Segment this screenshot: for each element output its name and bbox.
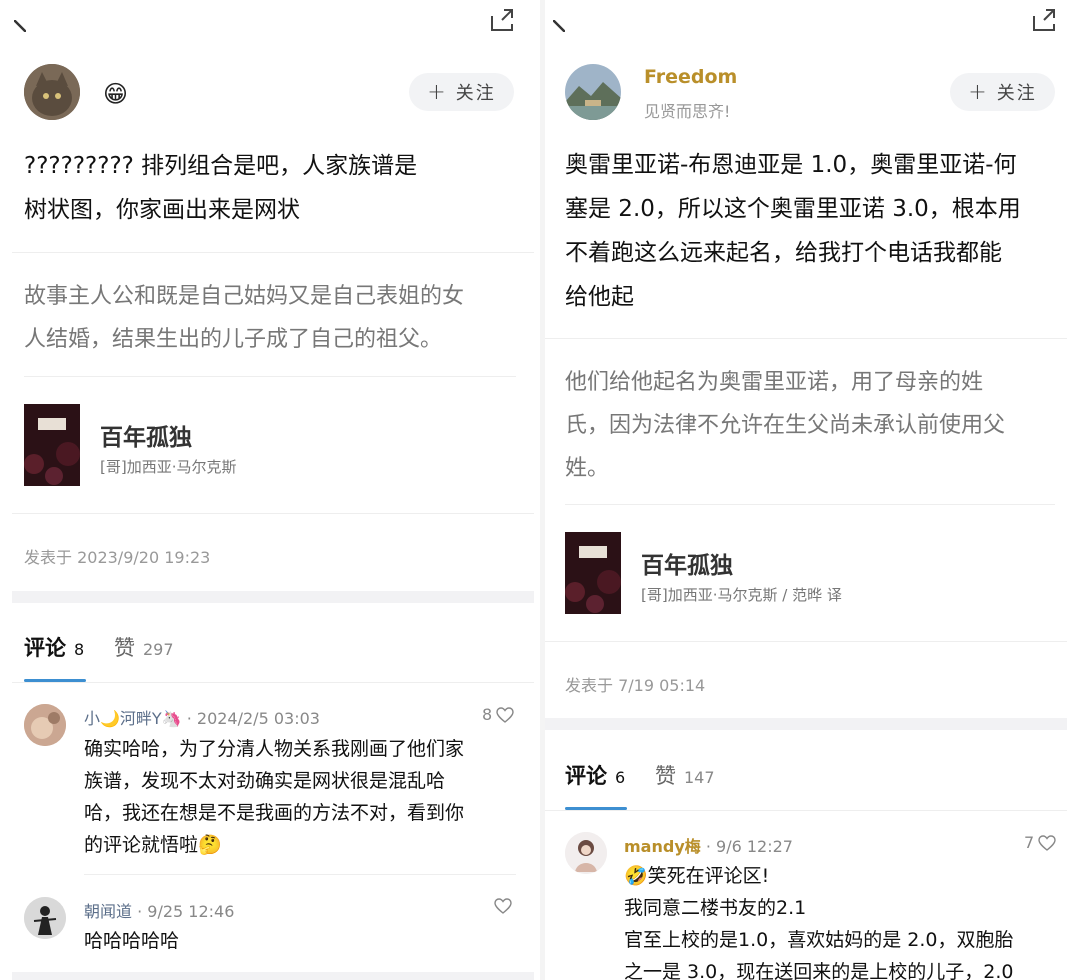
comment-text: 哈哈哈哈哈 — [84, 925, 179, 957]
comment-like[interactable]: 8 — [482, 705, 514, 724]
share-icon[interactable] — [1030, 6, 1058, 34]
book-author: [哥]加西亚·马尔克斯 / 范晔 译 — [641, 586, 842, 604]
comment-line: 🤣笑死在评论区! — [624, 865, 770, 887]
tab-comments[interactable]: 评论 6 — [565, 760, 625, 790]
back-arrow-icon[interactable] — [14, 20, 26, 32]
divider — [545, 810, 1067, 811]
quote-line: 氏，因为法律不允许在生父尚未承认前使用父 — [565, 413, 1006, 438]
book-title[interactable]: 百年孤独 — [100, 418, 192, 452]
post-body: 奥雷里亚诺-布恩迪亚是 1.0，奥雷里亚诺-何 塞是 2.0，所以这个奥雷里亚诺… — [565, 143, 1021, 319]
quoted-excerpt: 故事主人公和既是自己姑妈又是自己表姐的女 人结婚，结果生出的儿子成了自己的祖父。 — [24, 275, 464, 361]
heart-icon[interactable] — [1038, 834, 1056, 851]
commenter-avatar[interactable] — [24, 704, 66, 746]
comment-time: · 2024/2/5 03:03 — [186, 709, 320, 728]
top-bar — [0, 0, 540, 48]
commenter-avatar[interactable] — [565, 832, 607, 874]
divider — [565, 504, 1055, 505]
follow-button[interactable]: + 关注 — [409, 73, 514, 111]
commenter-avatar[interactable] — [24, 897, 66, 939]
post-line: 奥雷里亚诺-布恩迪亚是 1.0，奥雷里亚诺-何 — [565, 152, 1017, 178]
book-cover[interactable] — [24, 404, 80, 486]
comment-line: 的评论就悟啦🤔 — [84, 834, 222, 856]
heart-icon[interactable] — [494, 898, 512, 914]
post-body: ????????? 排列组合是吧，人家族谱是 树状图，你家画出来是网状 — [24, 144, 417, 232]
comment-line: 哈哈哈哈哈 — [84, 930, 180, 952]
divider — [84, 874, 516, 875]
heart-icon[interactable] — [496, 706, 514, 723]
user-emoji-name: 😁 — [103, 80, 129, 108]
divider — [12, 252, 534, 253]
comment-meta: mandy梅 · 9/6 12:27 — [624, 833, 793, 857]
comment-line: 族谱，发现不太对劲确实是网状很是混乱哈 — [84, 770, 446, 792]
commenter-name[interactable]: 朝闻道 — [84, 902, 132, 921]
user-avatar[interactable] — [565, 64, 621, 120]
publish-time: 发表于 7/19 05:14 — [565, 676, 706, 695]
comment-text: 确实哈哈，为了分清人物关系我刚画了他们家 族谱，发现不太对劲确实是网状很是混乱哈… — [84, 733, 464, 861]
user-avatar[interactable] — [24, 64, 80, 120]
comment-meta: 朝闻道 · 9/25 12:46 — [84, 898, 234, 922]
left-screenshot-panel: 😁 + 关注 ????????? 排列组合是吧，人家族谱是 树状图，你家画出来是网… — [0, 0, 540, 980]
right-screenshot-panel: Freedom 见贤而思齐! + 关注 奥雷里亚诺-布恩迪亚是 1.0，奥雷里亚诺… — [545, 0, 1080, 980]
divider — [545, 338, 1067, 339]
book-author: [哥]加西亚·马尔克斯 — [100, 458, 237, 476]
tab-likes[interactable]: 赞 297 — [114, 632, 174, 662]
post-line: 给他起 — [565, 284, 634, 310]
top-bar — [545, 0, 1080, 48]
post-line: 树状图，你家画出来是网状 — [24, 197, 300, 223]
plus-icon: + — [427, 79, 448, 105]
comment-text: 🤣笑死在评论区! 我同意二楼书友的2.1 官至上校的是1.0，喜欢姑妈的是 2.… — [624, 860, 1013, 980]
comment-like[interactable]: 7 — [1024, 833, 1056, 852]
quote-line: 姓。 — [565, 456, 610, 481]
divider — [545, 641, 1067, 642]
comment-time: · 9/6 12:27 — [705, 837, 793, 856]
section-separator — [12, 972, 534, 980]
post-line: 不着跑这么远来起名，给我打个电话我都能 — [565, 240, 1002, 266]
post-line: ????????? 排列组合是吧，人家族谱是 — [24, 153, 418, 179]
divider — [24, 376, 516, 377]
comment-line: 我同意二楼书友的2.1 — [624, 897, 807, 919]
comment-line: 确实哈哈，为了分清人物关系我刚画了他们家 — [84, 738, 465, 760]
comment-line: 官至上校的是1.0，喜欢姑妈的是 2.0，双胞胎 — [624, 929, 1014, 951]
quote-line: 故事主人公和既是自己姑妈又是自己表姐的女 — [24, 284, 465, 309]
comment-time: · 9/25 12:46 — [137, 902, 235, 921]
book-title[interactable]: 百年孤独 — [641, 546, 733, 580]
like-count: 7 — [1024, 833, 1035, 852]
quote-line: 人结婚，结果生出的儿子成了自己的祖父。 — [24, 327, 443, 352]
quoted-excerpt: 他们给他起名为奥雷里亚诺，用了母亲的姓 氏，因为法律不允许在生父尚未承认前使用父… — [565, 361, 1005, 490]
commenter-name[interactable]: mandy梅 — [624, 837, 701, 856]
tab-comments[interactable]: 评论 8 — [24, 632, 84, 662]
like-count: 8 — [482, 705, 493, 724]
comment-meta: 小🌙河畔Y🦄 · 2024/2/5 03:03 — [84, 705, 320, 729]
section-separator — [545, 718, 1067, 730]
share-icon[interactable] — [488, 6, 516, 34]
divider — [12, 513, 534, 514]
section-separator — [12, 591, 534, 603]
book-cover[interactable] — [565, 532, 621, 614]
plus-icon: + — [968, 79, 989, 105]
divider — [12, 682, 534, 683]
post-line: 塞是 2.0，所以这个奥雷里亚诺 3.0，根本用 — [565, 196, 1021, 222]
quote-line: 他们给他起名为奥雷里亚诺，用了母亲的姓 — [565, 370, 984, 395]
follow-button[interactable]: + 关注 — [950, 73, 1055, 111]
comment-line: 之一是 3.0，现在送回来的是上校的儿子，2.0 — [624, 961, 1014, 980]
commenter-name[interactable]: 小🌙河畔Y🦄 — [84, 709, 182, 728]
comment-line: 哈，我还在想是不是我画的方法不对，看到你 — [84, 802, 465, 824]
publish-time: 发表于 2023/9/20 19:23 — [24, 548, 211, 567]
user-name[interactable]: Freedom — [644, 66, 737, 88]
tab-likes[interactable]: 赞 147 — [655, 760, 715, 790]
comment-like[interactable] — [494, 898, 512, 914]
back-arrow-icon[interactable] — [553, 20, 565, 32]
user-bio: 见贤而思齐! — [644, 102, 731, 121]
